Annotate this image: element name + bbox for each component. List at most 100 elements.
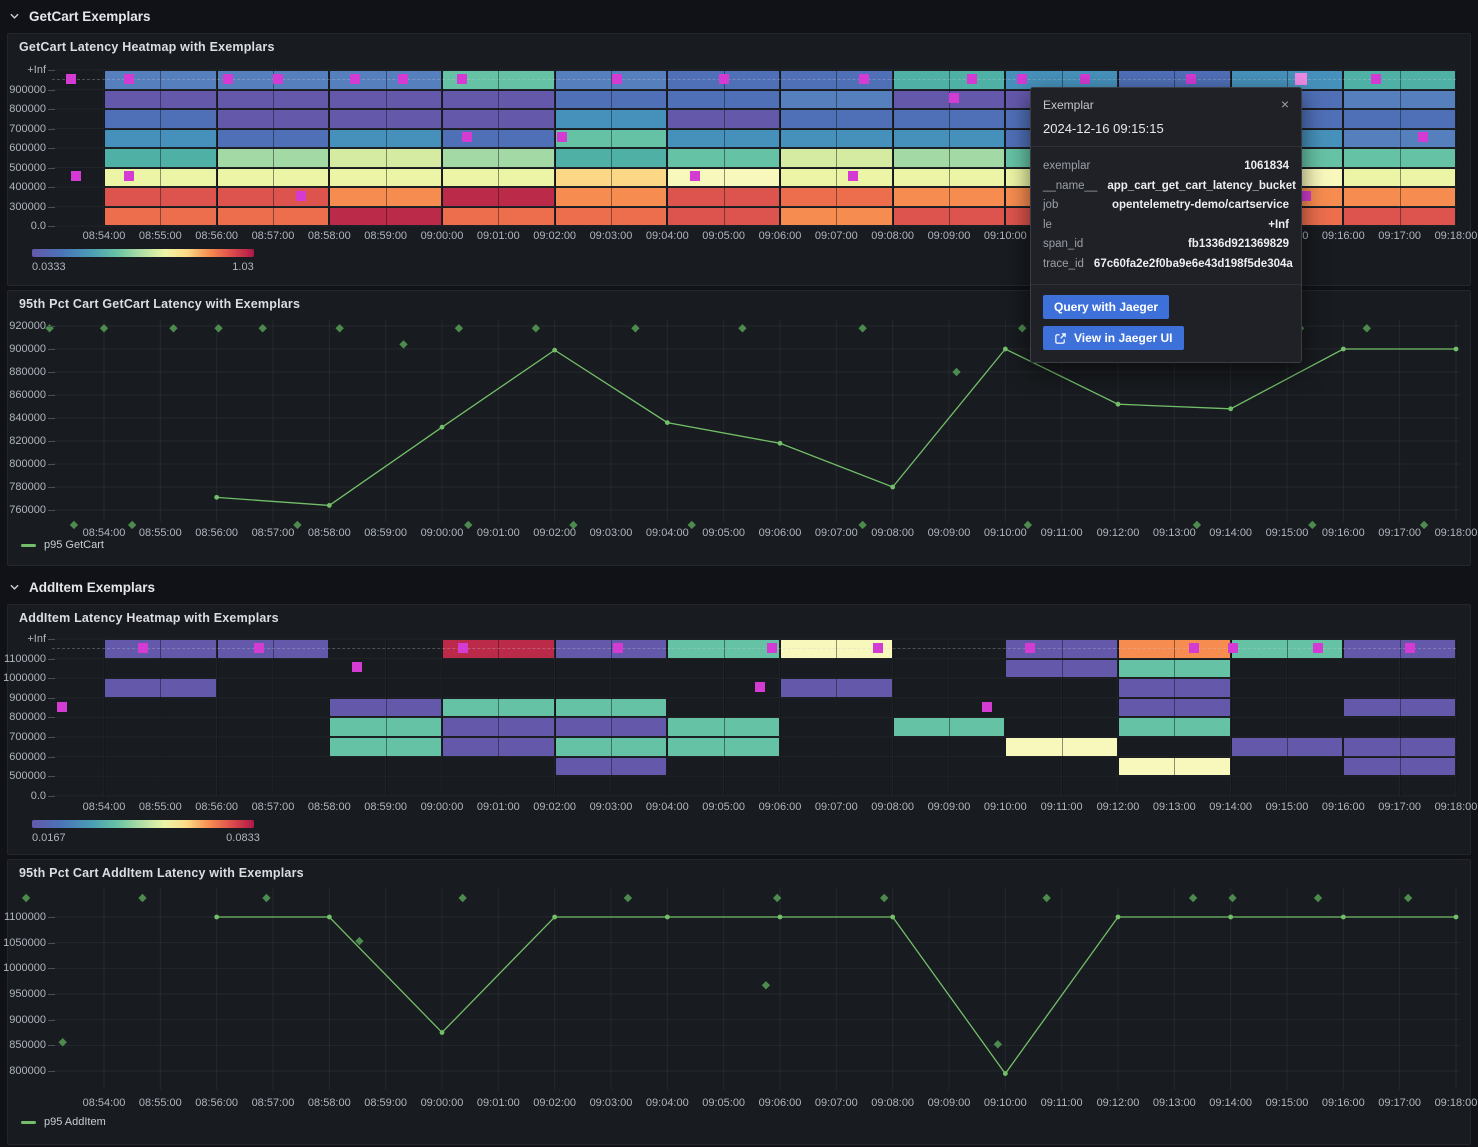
exemplar-marker[interactable]: [719, 74, 729, 84]
x-axis-label: 09:14:00: [1201, 527, 1261, 539]
exemplar-marker[interactable]: [949, 93, 959, 103]
exemplar-marker[interactable]: [66, 74, 76, 84]
exemplar-marker[interactable]: [612, 74, 622, 84]
exemplar-marker[interactable]: [223, 74, 233, 84]
heatmap-grid-line: [724, 70, 725, 226]
x-axis-label: 08:59:00: [356, 1097, 416, 1109]
x-axis-label: 09:05:00: [694, 801, 754, 813]
heatmap-grid-line: [1118, 639, 1119, 796]
close-icon[interactable]: ×: [1281, 98, 1289, 110]
y-axis-tick: [48, 698, 55, 699]
exemplar-marker[interactable]: [755, 682, 765, 692]
x-axis-label: 08:58:00: [299, 527, 359, 539]
tooltip-title: Exemplar: [1043, 98, 1094, 112]
exemplar-marker[interactable]: [1301, 191, 1311, 201]
exemplar-marker[interactable]: [254, 643, 264, 653]
x-axis-label: 09:04:00: [637, 1097, 697, 1109]
y-axis-tick: [48, 994, 55, 995]
field-label: span_id: [1043, 235, 1083, 255]
y-axis-tick: [48, 395, 55, 396]
exemplar-marker[interactable]: [124, 74, 134, 84]
field-value: 67c60fa2e2f0ba9e6e43d198f5de304a: [1094, 255, 1293, 275]
y-axis-label: 1000000: [0, 672, 46, 684]
x-axis-label: 09:02:00: [525, 527, 585, 539]
y-axis-label: 500000: [0, 770, 46, 782]
exemplar-marker[interactable]: [848, 171, 858, 181]
exemplar-marker[interactable]: [457, 74, 467, 84]
exemplar-marker[interactable]: [767, 643, 777, 653]
exemplar-marker[interactable]: [124, 171, 134, 181]
query-with-jaeger-button[interactable]: Query with Jaeger: [1043, 295, 1169, 319]
exemplar-marker[interactable]: [1017, 74, 1027, 84]
heatmap-grid-line: [893, 639, 894, 796]
x-axis-label: 08:59:00: [356, 801, 416, 813]
y-axis-tick: [48, 796, 55, 797]
x-axis-label: 09:01:00: [468, 1097, 528, 1109]
exemplar-marker[interactable]: [350, 74, 360, 84]
x-axis-label: 09:15:00: [1257, 1097, 1317, 1109]
y-axis-tick: [48, 659, 55, 660]
x-axis-label: 09:04:00: [637, 801, 697, 813]
x-axis-label: 09:18:00: [1426, 1097, 1478, 1109]
y-axis-label: 0.0: [0, 790, 46, 802]
exemplar-marker[interactable]: [690, 171, 700, 181]
x-axis-label: 09:04:00: [637, 230, 697, 242]
exemplar-marker[interactable]: [1186, 74, 1196, 84]
exemplar-marker[interactable]: [1189, 643, 1199, 653]
exemplar-marker[interactable]: [1418, 132, 1428, 142]
exemplar-marker[interactable]: [1405, 643, 1415, 653]
exemplar-marker[interactable]: [296, 191, 306, 201]
chevron-down-icon: [9, 11, 20, 22]
exemplar-marker[interactable]: [982, 702, 992, 712]
field-value: fb1336d921369829: [1188, 235, 1289, 255]
exemplar-marker[interactable]: [873, 643, 883, 653]
exemplar-marker[interactable]: [1371, 74, 1381, 84]
x-axis-label: 09:00:00: [412, 527, 472, 539]
exemplar-marker[interactable]: [613, 643, 623, 653]
x-axis-label: 09:03:00: [581, 801, 641, 813]
exemplar-marker[interactable]: [1025, 643, 1035, 653]
row-header-getcart[interactable]: GetCart Exemplars: [9, 5, 151, 27]
x-axis-label: 09:12:00: [1088, 527, 1148, 539]
exemplar-marker[interactable]: [967, 74, 977, 84]
heatmap-grid-line: [386, 70, 387, 226]
x-axis-label: 09:15:00: [1257, 527, 1317, 539]
x-axis-label: 08:56:00: [187, 1097, 247, 1109]
exemplar-marker[interactable]: [557, 132, 567, 142]
heatmap-grid-line: [1456, 70, 1457, 226]
exemplar-marker[interactable]: [1313, 643, 1323, 653]
exemplar-marker[interactable]: [273, 74, 283, 84]
exemplar-marker[interactable]: [352, 662, 362, 672]
x-axis-label: 09:10:00: [975, 1097, 1035, 1109]
field-value: app_cart_get_cart_latency_bucket: [1107, 177, 1296, 197]
view-in-jaeger-ui-button[interactable]: View in Jaeger UI: [1043, 326, 1184, 350]
exemplar-marker[interactable]: [1228, 643, 1238, 653]
x-axis-label: 09:02:00: [525, 1097, 585, 1109]
x-axis-label: 09:00:00: [412, 801, 472, 813]
exemplar-marker[interactable]: [859, 74, 869, 84]
exemplar-marker[interactable]: [458, 643, 468, 653]
exemplar-marker[interactable]: [71, 171, 81, 181]
y-axis-tick: [48, 148, 55, 149]
y-axis-label: 880000: [0, 366, 46, 378]
exemplar-marker[interactable]: [57, 702, 67, 712]
exemplar-marker[interactable]: [462, 132, 472, 142]
row-header-additem[interactable]: AddItem Exemplars: [9, 576, 155, 598]
x-axis-label: 09:04:00: [637, 527, 697, 539]
x-axis-label: 08:54:00: [74, 527, 134, 539]
exemplar-marker[interactable]: [1080, 74, 1090, 84]
y-axis-label: 900000: [0, 1014, 46, 1026]
exemplar-marker[interactable]: [398, 74, 408, 84]
y-axis-label: 900000: [0, 692, 46, 704]
y-axis-tick: [48, 1020, 55, 1021]
y-axis-tick: [48, 129, 55, 130]
heatmap-grid-line: [442, 639, 443, 796]
exemplar-marker[interactable]: [1295, 73, 1307, 85]
y-axis-tick: [48, 326, 55, 327]
y-axis-label: 800000: [0, 1065, 46, 1077]
heatmap-grid-line: [1400, 70, 1401, 226]
exemplar-marker[interactable]: [138, 643, 148, 653]
heatmap-grid-line: [1343, 639, 1344, 796]
x-axis-label: 08:59:00: [356, 230, 416, 242]
heatmap-grid-line: [273, 70, 274, 226]
